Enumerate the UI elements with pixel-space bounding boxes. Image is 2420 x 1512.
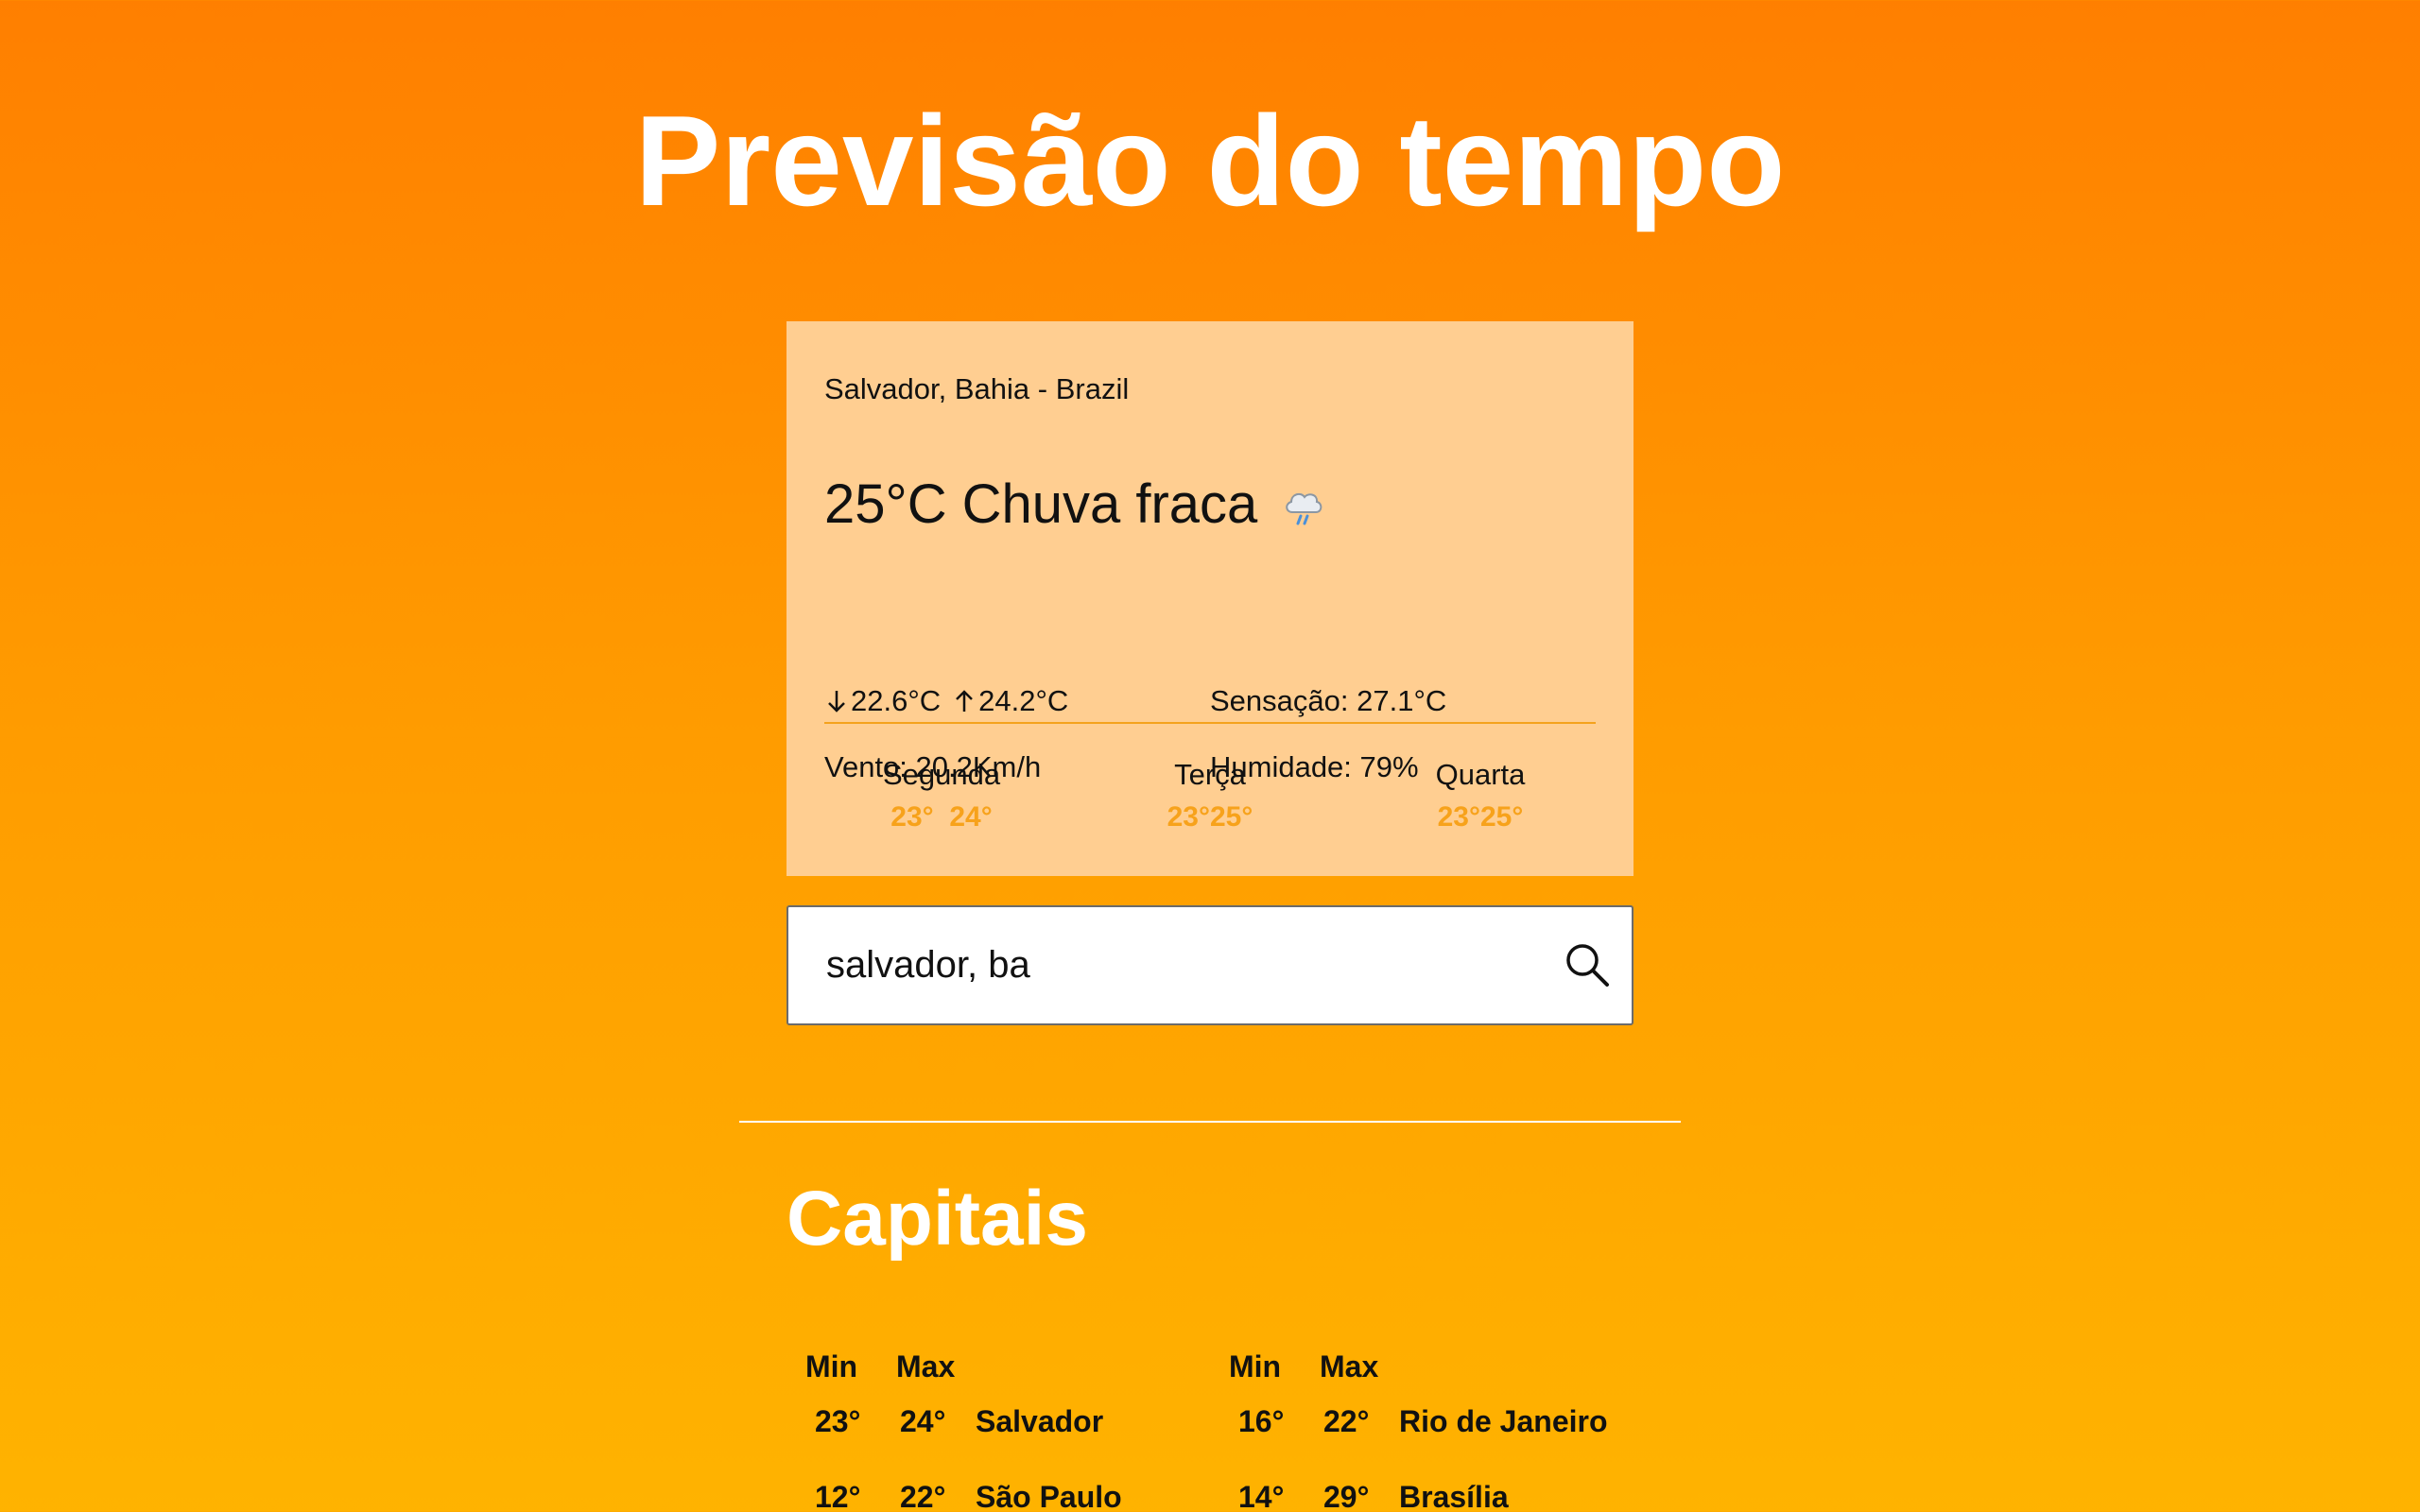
search-box xyxy=(786,905,1634,1025)
min-max-temps: 22.6°C 24.2°C xyxy=(824,684,1068,718)
capital-max: 24° xyxy=(900,1404,946,1438)
capital-max: 22° xyxy=(1323,1404,1370,1438)
capital-min: 16° xyxy=(1238,1404,1285,1438)
forecast-day: Terça 23°25° xyxy=(1097,756,1323,841)
weather-condition: Chuva fraca xyxy=(961,473,1258,535)
rain-cloud-icon xyxy=(1280,481,1327,528)
forecast-day-name: Quarta xyxy=(1435,758,1526,791)
arrow-down-icon xyxy=(824,687,849,715)
forecast-day: Segunda 23° 24° xyxy=(828,756,1055,841)
arrow-up-icon xyxy=(952,687,977,715)
capitals-title: Capitais xyxy=(786,1176,1088,1262)
forecast-day-temps: 23° 24° xyxy=(890,801,993,833)
search-input[interactable] xyxy=(826,907,1545,1023)
forecast-day-temps: 23°25° xyxy=(1167,801,1253,833)
forecast-day: Quarta 23°25° xyxy=(1367,756,1594,841)
forecast-day-name: Segunda xyxy=(882,758,1001,791)
min-temp: 22.6°C xyxy=(851,684,942,717)
capital-max: 29° xyxy=(1323,1480,1370,1512)
forecast-day-temps: 23°25° xyxy=(1437,801,1524,833)
section-divider xyxy=(739,1121,1681,1123)
location-label: Salvador, Bahia - Brazil xyxy=(824,372,1130,405)
feels-like: Sensação: 27.1°C xyxy=(1210,684,1447,717)
capital-min: 23° xyxy=(815,1404,861,1438)
current-temperature: 25°C xyxy=(824,473,947,535)
capital-city: Salvador xyxy=(976,1404,1104,1438)
capitals-header-max: Max xyxy=(896,1349,956,1383)
capital-min: 14° xyxy=(1238,1480,1285,1512)
capital-max: 22° xyxy=(900,1480,946,1512)
weather-card: Salvador, Bahia - Brazil 25°C Chuva frac… xyxy=(786,321,1634,876)
forecast-day-name: Terça xyxy=(1174,758,1246,791)
capitals-header-min: Min xyxy=(805,1349,858,1383)
capital-city: São Paulo xyxy=(976,1480,1122,1512)
current-weather: 25°C Chuva fraca xyxy=(824,472,1327,536)
capitals-header-min: Min xyxy=(1229,1349,1282,1383)
capital-city: Rio de Janeiro xyxy=(1399,1404,1608,1438)
capitals-header-max: Max xyxy=(1320,1349,1379,1383)
capital-min: 12° xyxy=(815,1480,861,1512)
capital-city: Brasília xyxy=(1399,1480,1509,1512)
page-title: Previsão do tempo xyxy=(634,89,1786,232)
card-divider xyxy=(824,722,1596,724)
search-icon[interactable] xyxy=(1562,939,1615,992)
max-temp: 24.2°C xyxy=(978,684,1069,717)
